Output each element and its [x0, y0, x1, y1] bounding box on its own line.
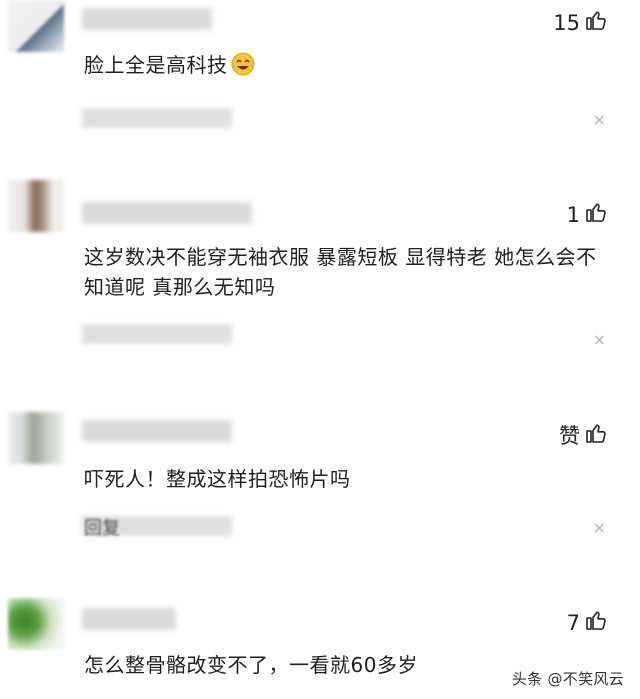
thumbs-up-icon — [584, 8, 608, 37]
comment-text: 脸上全是高科技 — [84, 50, 614, 80]
like-count: 15 — [553, 10, 580, 35]
like-button[interactable]: 15 — [553, 8, 608, 37]
close-icon[interactable]: × — [593, 332, 606, 348]
comment-text: 这岁数决不能穿无袖衣服 暴露短板 显得特老 她怎么会不知道呢 真那么无知吗 — [84, 245, 597, 299]
like-button[interactable]: 7 — [567, 608, 608, 637]
comment-meta-blurred — [82, 108, 232, 128]
like-count: 7 — [566, 610, 580, 635]
thumbs-up-icon — [584, 200, 608, 229]
username-blurred[interactable] — [82, 8, 212, 30]
avatar[interactable] — [8, 598, 64, 650]
close-icon[interactable]: × — [593, 520, 606, 536]
avatar[interactable] — [8, 0, 64, 52]
comment-meta-blurred — [82, 324, 232, 344]
like-button[interactable]: 1 — [567, 200, 608, 229]
avatar[interactable] — [8, 412, 64, 464]
comment-text: 吓死人！整成这样拍恐怖片吗 — [84, 467, 351, 491]
watermark: 头条 @不笑风云 — [511, 670, 624, 688]
like-count: 1 — [566, 202, 580, 227]
avatar[interactable] — [8, 180, 64, 232]
like-button[interactable]: 赞 — [559, 420, 608, 450]
laughing-crying-emoji — [231, 52, 254, 76]
thumbs-up-icon — [584, 608, 608, 637]
username-blurred[interactable] — [82, 608, 176, 630]
reply-fragment[interactable]: 回复 — [84, 514, 120, 540]
like-label: 赞 — [559, 424, 580, 448]
thumbs-up-icon — [584, 421, 608, 450]
username-blurred[interactable] — [82, 202, 252, 224]
username-blurred[interactable] — [82, 420, 232, 442]
close-icon[interactable]: × — [593, 112, 606, 128]
